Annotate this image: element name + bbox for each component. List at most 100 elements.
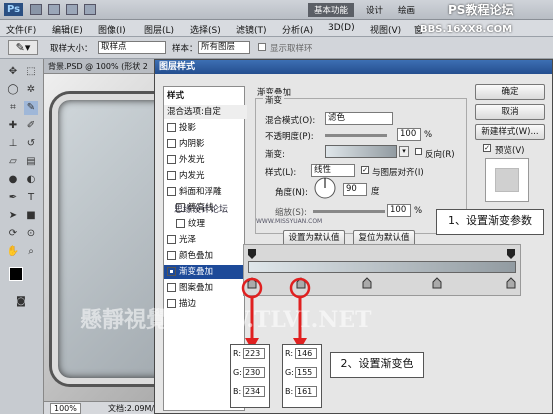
left-r-value: 223	[243, 348, 265, 359]
scale-input[interactable]: 100	[387, 204, 411, 217]
blend-mode-select[interactable]: 滤色	[325, 112, 393, 125]
zoom-tool-icon[interactable]: ⌕	[24, 245, 38, 259]
cancel-button[interactable]: 取消	[475, 104, 545, 120]
move-tool-icon[interactable]: ✥	[6, 65, 20, 79]
highlight-circle-left	[241, 277, 263, 299]
style-checkbox[interactable]	[167, 123, 176, 132]
menu-analysis[interactable]: 分析(A)	[282, 23, 313, 36]
angle-input[interactable]: 90	[343, 183, 367, 196]
style-item[interactable]: 内阴影	[164, 137, 247, 151]
gradient-tool-icon[interactable]: ▤	[24, 155, 38, 169]
opacity-stop-left[interactable]	[247, 248, 257, 260]
style-checkbox[interactable]	[167, 283, 176, 292]
opacity-slider[interactable]	[325, 134, 387, 137]
scale-slider[interactable]	[313, 210, 385, 213]
history-brush-icon[interactable]: ↺	[24, 137, 38, 151]
sample-select[interactable]: 所有图层	[198, 41, 250, 54]
style-item-label: 投影	[179, 123, 197, 133]
style-item[interactable]: 纹理	[164, 217, 256, 231]
menu-file[interactable]: 文件(F)	[6, 23, 36, 36]
menu-edit[interactable]: 编辑(E)	[52, 23, 83, 36]
opacity-input[interactable]: 100	[397, 128, 421, 141]
ok-button[interactable]: 确定	[475, 84, 545, 100]
marquee-tool-icon[interactable]: ⬚	[24, 65, 38, 79]
style-item[interactable]: 斜面和浮雕	[164, 185, 247, 199]
dodge-tool-icon[interactable]: ◐	[24, 173, 38, 187]
menu-image[interactable]: 图像(I)	[98, 23, 126, 36]
foreground-color-swatch[interactable]	[9, 267, 23, 281]
style-checkbox[interactable]	[176, 219, 185, 228]
workspace-paint-tab[interactable]: 绘画	[398, 4, 415, 16]
healing-brush-icon[interactable]: ✚	[6, 119, 20, 133]
eyedropper-preset-icon[interactable]: ✎▾	[8, 40, 38, 55]
style-checkbox[interactable]	[167, 267, 176, 276]
blending-options-item[interactable]: 混合选项:自定	[164, 105, 247, 119]
brush-tool-icon[interactable]: ✐	[24, 119, 38, 133]
crop-tool-icon[interactable]: ⌗	[6, 101, 20, 115]
style-checkbox[interactable]	[167, 251, 176, 260]
style-checkbox[interactable]	[167, 235, 176, 244]
scale-label: 缩放(S):	[275, 208, 307, 218]
pen-tool-icon[interactable]: ✒	[6, 191, 20, 205]
type-tool-icon[interactable]: T	[24, 191, 38, 205]
new-style-button[interactable]: 新建样式(W)...	[475, 124, 545, 140]
opacity-stop-right[interactable]	[506, 248, 516, 260]
align-label: 与图层对齐(I)	[372, 168, 424, 178]
watermark-url: BBS.16XX8.COM	[420, 24, 513, 35]
menu-layer[interactable]: 图层(L)	[144, 23, 174, 36]
style-checkbox[interactable]	[167, 187, 176, 196]
color-stop-4[interactable]	[432, 277, 442, 289]
quick-select-icon[interactable]: ✲	[24, 83, 38, 97]
eyedropper-tool-icon[interactable]: ✎	[24, 101, 38, 115]
style-item-label: 外发光	[179, 155, 205, 165]
blur-tool-icon[interactable]: ●	[6, 173, 20, 187]
app-title-bar: Ps 基本功能 设计 绘画 PS教程论坛 BBS.16XX8.COM	[0, 0, 553, 35]
zoom-level-icon[interactable]	[66, 4, 78, 15]
style-item[interactable]: 投影	[164, 121, 247, 135]
arrange-documents-icon[interactable]	[84, 4, 96, 15]
preview-checkbox[interactable]: ✓	[483, 144, 491, 152]
3d-orbit-icon[interactable]: ⊙	[24, 227, 38, 241]
style-checkbox[interactable]	[167, 171, 176, 180]
callout-gradient-colors: 2、设置渐变色	[330, 352, 424, 378]
style-item-label: 内发光	[179, 171, 205, 181]
color-stop-3[interactable]	[362, 277, 372, 289]
workspace-basic-button[interactable]: 基本功能	[308, 3, 355, 17]
menu-filter[interactable]: 滤镜(T)	[236, 23, 267, 36]
reverse-checkbox[interactable]	[415, 148, 422, 155]
style-checkbox[interactable]	[167, 139, 176, 148]
bridge-icon[interactable]	[30, 4, 42, 15]
watermark-top: PS教程论坛	[448, 3, 514, 17]
angle-label: 角度(N):	[275, 188, 308, 198]
lasso-tool-icon[interactable]: ◯	[6, 83, 20, 97]
menu-3d[interactable]: 3D(D)	[328, 23, 355, 33]
style-item[interactable]: 颜色叠加	[164, 249, 247, 263]
style-item[interactable]: 光泽	[164, 233, 247, 247]
eraser-tool-icon[interactable]: ▱	[6, 155, 20, 169]
hand-tool-icon[interactable]: ✋	[6, 245, 20, 259]
sample-size-select[interactable]: 取样点	[98, 41, 166, 54]
path-select-icon[interactable]: ➤	[6, 209, 20, 223]
style-item-label: 颜色叠加	[179, 251, 214, 261]
show-ring-checkbox[interactable]	[258, 43, 266, 51]
watermark-forum: 思缘设计论坛	[174, 205, 229, 215]
gradient-preview[interactable]	[325, 145, 397, 158]
menu-view[interactable]: 视图(V)	[370, 23, 401, 36]
3d-rotate-icon[interactable]: ⟳	[6, 227, 20, 241]
workspace-design-tab[interactable]: 设计	[366, 4, 383, 16]
quick-mask-icon[interactable]: ◙	[14, 295, 28, 309]
style-list-header[interactable]: 样式	[164, 89, 247, 103]
align-with-layer-checkbox[interactable]: ✓	[361, 166, 369, 174]
color-stop-5[interactable]	[506, 277, 516, 289]
style-item[interactable]: 内发光	[164, 169, 247, 183]
shape-tool-icon[interactable]: ■	[24, 209, 38, 223]
zoom-field[interactable]: 100%	[50, 403, 81, 414]
gradient-dropdown-icon[interactable]: ▾	[399, 146, 409, 157]
mini-bridge-icon[interactable]	[48, 4, 60, 15]
scale-percent: %	[414, 206, 423, 216]
angle-dial[interactable]	[313, 176, 337, 200]
menu-select[interactable]: 选择(S)	[190, 23, 221, 36]
style-checkbox[interactable]	[167, 155, 176, 164]
clone-stamp-icon[interactable]: ⊥	[6, 137, 20, 151]
style-item[interactable]: 外发光	[164, 153, 247, 167]
